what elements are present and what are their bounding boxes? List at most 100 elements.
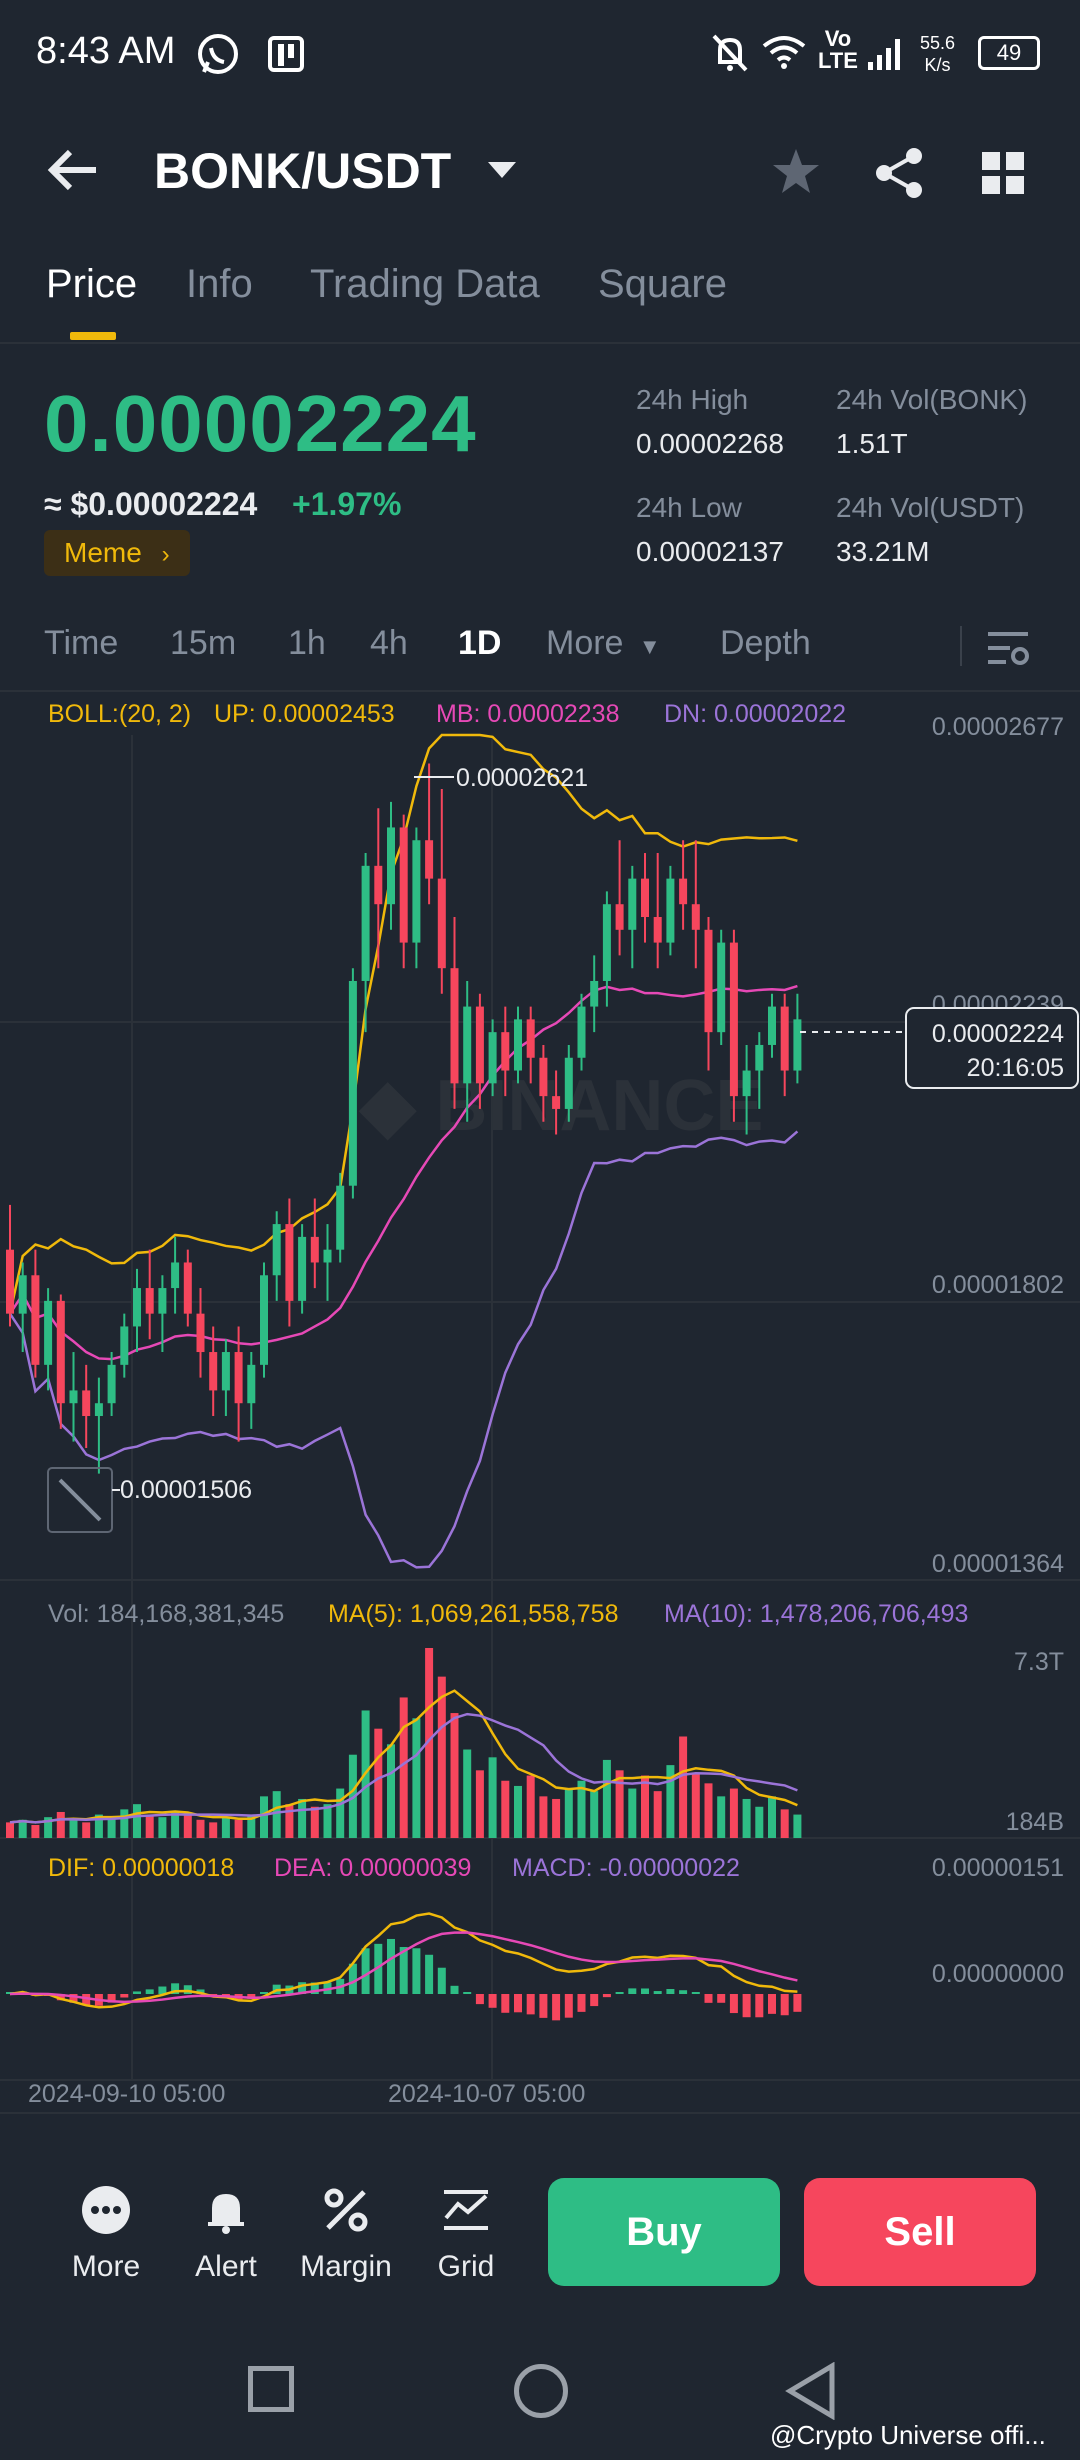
volume-bar xyxy=(463,1749,472,1838)
volte-line-2: LTE xyxy=(818,48,858,73)
candle-body xyxy=(69,1390,78,1404)
volume-bar xyxy=(399,1697,408,1838)
category-tag-label: Meme xyxy=(64,537,142,568)
volte-label: Vo LTE xyxy=(818,28,858,72)
tab-square[interactable]: Square xyxy=(598,262,727,307)
candle-body xyxy=(564,1057,573,1109)
grid-menu-icon[interactable] xyxy=(980,150,1026,196)
macd-tick-zero: 0.00000000 xyxy=(932,1960,1064,1988)
candle-body xyxy=(158,1288,167,1314)
interval-more[interactable]: More ▼ xyxy=(546,624,661,663)
volume-bar xyxy=(387,1744,395,1838)
chevron-down-icon[interactable] xyxy=(486,158,518,182)
chart-settings-icon[interactable] xyxy=(986,628,1030,668)
volume-bar xyxy=(679,1736,688,1838)
more-action[interactable]: More xyxy=(56,2184,156,2284)
app-notification-icon xyxy=(268,36,304,72)
battery-indicator: 49 xyxy=(978,36,1040,70)
candle-body xyxy=(615,904,624,930)
candle-body xyxy=(577,1006,586,1058)
volume-bar xyxy=(272,1791,281,1838)
margin-action[interactable]: Margin xyxy=(296,2184,396,2284)
volume-bar xyxy=(310,1806,319,1838)
chevron-right-icon: › xyxy=(161,541,170,568)
macd-bar xyxy=(564,1994,573,2018)
volume-bar xyxy=(526,1775,535,1838)
interval-15m[interactable]: 15m xyxy=(170,624,236,663)
favorite-star-icon[interactable] xyxy=(770,146,822,198)
candle-body xyxy=(183,1262,192,1314)
candle-body xyxy=(412,840,421,943)
network-speed: 55.6 K/s xyxy=(920,32,955,76)
candle-body xyxy=(742,1070,751,1097)
interval-depth[interactable]: Depth xyxy=(720,624,811,663)
pair-title[interactable]: BONK/USDT xyxy=(154,142,451,200)
volume-bar xyxy=(69,1819,78,1838)
macd-bar xyxy=(539,1994,548,2018)
boll-up: UP: 0.00002453 xyxy=(214,700,395,728)
volume-bar xyxy=(793,1814,802,1838)
volume-bar xyxy=(475,1770,484,1838)
macd-bar xyxy=(666,1989,675,1994)
interval-separator xyxy=(960,626,962,666)
volume-bar xyxy=(768,1796,776,1838)
volume-bar xyxy=(31,1824,40,1838)
candle-body xyxy=(729,942,738,1097)
candle-body xyxy=(361,865,370,981)
category-tag[interactable]: Meme › xyxy=(44,530,190,576)
volume-bar xyxy=(780,1809,789,1838)
volume-bars xyxy=(6,1648,802,1838)
nav-back-icon[interactable] xyxy=(784,2362,840,2420)
volume-bar xyxy=(602,1759,611,1838)
volume-tick-bottom: 184B xyxy=(1006,1808,1064,1836)
macd-bar xyxy=(577,1994,586,2012)
tab-trading-data[interactable]: Trading Data xyxy=(310,262,540,307)
candle-body xyxy=(374,865,383,905)
volume-bar xyxy=(171,1811,180,1838)
recent-apps-button[interactable] xyxy=(248,2366,294,2412)
candle-body xyxy=(56,1300,65,1404)
interval-4h[interactable]: 4h xyxy=(370,624,408,663)
volume-bar xyxy=(6,1822,14,1838)
alert-action[interactable]: Alert xyxy=(176,2184,276,2284)
macd-bar xyxy=(437,1967,446,1994)
candle-body xyxy=(475,1006,484,1084)
alert-label: Alert xyxy=(195,2250,257,2283)
macd-bar xyxy=(552,1994,561,2021)
candlestick-chart[interactable]: ◆ BINANCE BOLL:(20, 2) UP: 0.00002453 MB… xyxy=(0,692,1080,2112)
macd-value: MACD: -0.00000022 xyxy=(512,1854,740,1882)
tab-info[interactable]: Info xyxy=(186,262,253,307)
grid-action[interactable]: Grid xyxy=(416,2184,516,2284)
candle-body xyxy=(552,1096,561,1109)
macd-bar xyxy=(526,1994,535,2015)
macd-bar xyxy=(641,1988,649,1994)
candle-body xyxy=(44,1300,53,1365)
volume-bar xyxy=(183,1814,192,1838)
interval-time[interactable]: Time xyxy=(44,624,118,663)
volume-bar xyxy=(133,1804,141,1838)
tab-price[interactable]: Price xyxy=(46,262,137,307)
boll-mb: MB: 0.00002238 xyxy=(436,700,619,728)
low-value: 0.00002137 xyxy=(636,536,784,567)
candle-body xyxy=(348,980,357,1186)
buy-button[interactable]: Buy xyxy=(548,2178,780,2286)
back-arrow-icon[interactable] xyxy=(44,140,104,200)
candle-body xyxy=(272,1224,281,1276)
candle-body xyxy=(31,1275,40,1365)
volume-bar xyxy=(539,1796,548,1838)
candle-body xyxy=(221,1352,230,1391)
sell-button[interactable]: Sell xyxy=(804,2178,1036,2286)
candle-body xyxy=(145,1288,154,1314)
bell-icon xyxy=(208,2194,244,2234)
grid-trading-icon xyxy=(444,2190,488,2230)
interval-1d[interactable]: 1D xyxy=(458,624,501,663)
network-speed-value: 55.6 xyxy=(920,33,956,53)
home-button[interactable] xyxy=(514,2364,568,2418)
share-icon[interactable] xyxy=(872,146,926,200)
interval-1h[interactable]: 1h xyxy=(288,624,326,663)
active-tab-indicator xyxy=(70,332,116,340)
macd-bar xyxy=(133,1991,141,1994)
boll-middle-line xyxy=(8,984,798,1361)
volume-bar xyxy=(742,1798,751,1838)
volume-bar xyxy=(196,1819,205,1838)
